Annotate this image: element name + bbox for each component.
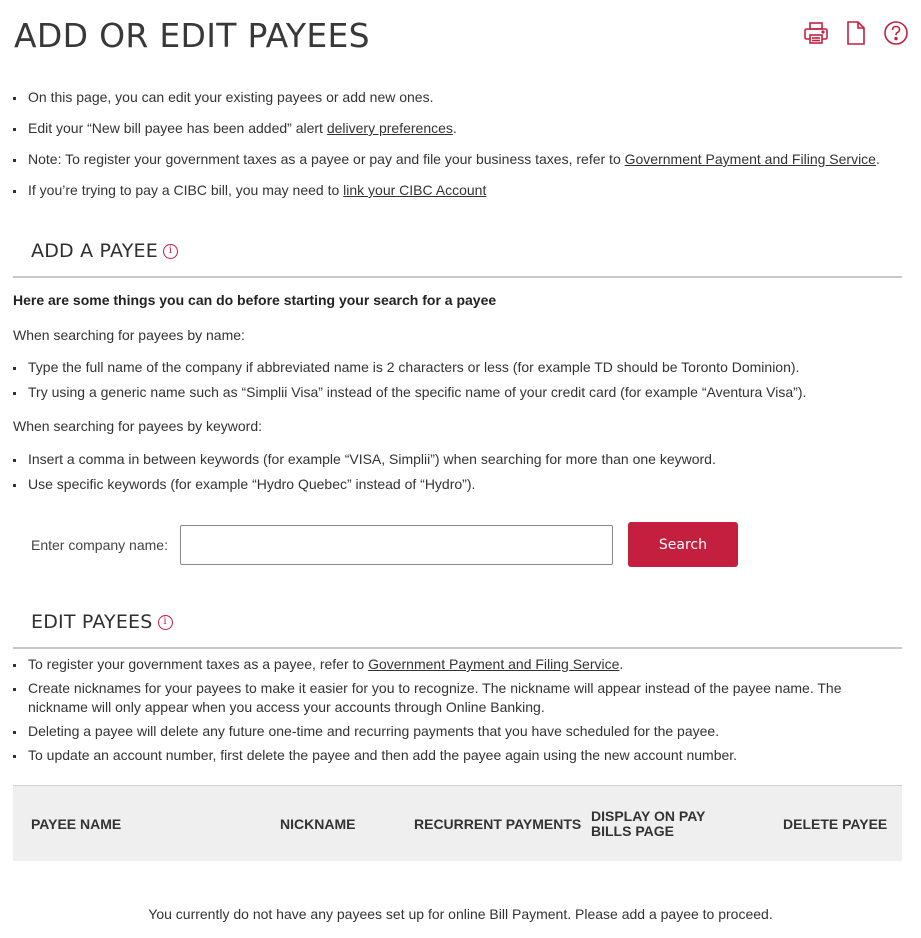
list-item-text: Edit your “New bill payee has been added… [28,120,327,136]
list-item-text: Note: To register your government taxes … [28,151,625,167]
page-title: ADD OR EDIT PAYEES [14,16,370,55]
link-cibc-account-link[interactable]: link your CIBC Account [343,182,486,198]
info-icon[interactable]: i [157,614,173,630]
by-keyword-label: When searching for payees by keyword: [13,418,263,434]
list-item: Deleting a payee will delete any future … [13,722,898,741]
printer-icon[interactable] [803,20,829,46]
punctuation: . [619,656,624,672]
page: ADD OR EDIT PAYEES On this page, you can… [0,0,921,938]
list-item: Type the full name of the company if abb… [13,358,903,377]
list-item: Edit your “New bill payee has been added… [13,119,903,138]
list-item-text: On this page, you can edit your existing… [28,89,434,105]
list-item: Try using a generic name such as “Simpli… [13,383,903,402]
punctuation: . [875,151,880,167]
column-header-payee-name[interactable]: PAYEE NAME [31,817,121,832]
search-button[interactable]: Search [627,522,738,567]
list-item: To update an account number, first delet… [13,746,898,765]
by-keyword-tips: Insert a comma in between keywords (for … [13,450,903,500]
column-header-nickname[interactable]: NICKNAME [280,817,355,832]
empty-table-message: You currently do not have any payees set… [148,906,773,922]
company-name-label: Enter company name: [31,536,168,553]
column-header-display-on-pay-bills[interactable]: DISPLAY ON PAY BILLS PAGE [591,809,721,839]
section-divider [13,276,902,278]
payee-search-form: Enter company name: Search [31,522,738,567]
list-item: On this page, you can edit your existing… [13,88,903,107]
section-divider [13,647,902,649]
list-item: If you’re trying to pay a CIBC bill, you… [13,181,903,200]
help-icon[interactable] [883,20,909,46]
edit-payees-notes: To register your government taxes as a p… [13,655,898,770]
edit-payees-heading: EDIT PAYEES i [31,611,173,633]
intro-list: On this page, you can edit your existing… [13,88,903,212]
section-title: ADD A PAYEE [31,240,158,262]
column-header-delete-payee[interactable]: DELETE PAYEE [783,817,887,832]
search-tips-title: Here are some things you can do before s… [13,292,497,308]
punctuation: . [452,120,457,136]
column-header-recurrent-payments[interactable]: RECURRENT PAYMENTS [414,817,581,832]
list-item: To register your government taxes as a p… [13,655,898,674]
add-payee-heading: ADD A PAYEE i [31,240,178,262]
page-toolbar [803,20,909,46]
government-payment-link[interactable]: Government Payment and Filing Service [368,656,619,672]
list-item: Use specific keywords (for example “Hydr… [13,475,903,494]
list-item: Insert a comma in between keywords (for … [13,450,903,469]
delivery-preferences-link[interactable]: delivery preferences [327,120,453,136]
list-item-text: If you’re trying to pay a CIBC bill, you… [28,182,344,198]
document-icon[interactable] [843,20,869,46]
government-payment-link[interactable]: Government Payment and Filing Service [625,151,876,167]
list-item-text: To register your government taxes as a p… [28,656,369,672]
section-title: EDIT PAYEES [31,611,153,633]
by-name-tips: Type the full name of the company if abb… [13,358,903,408]
info-icon[interactable]: i [162,243,178,259]
list-item: Create nicknames for your payees to make… [13,679,898,717]
list-item: Note: To register your government taxes … [13,150,903,169]
company-name-input[interactable] [179,524,613,565]
payee-table-header: PAYEE NAME NICKNAME RECURRENT PAYMENTS D… [13,785,902,861]
by-name-label: When searching for payees by name: [13,327,245,343]
